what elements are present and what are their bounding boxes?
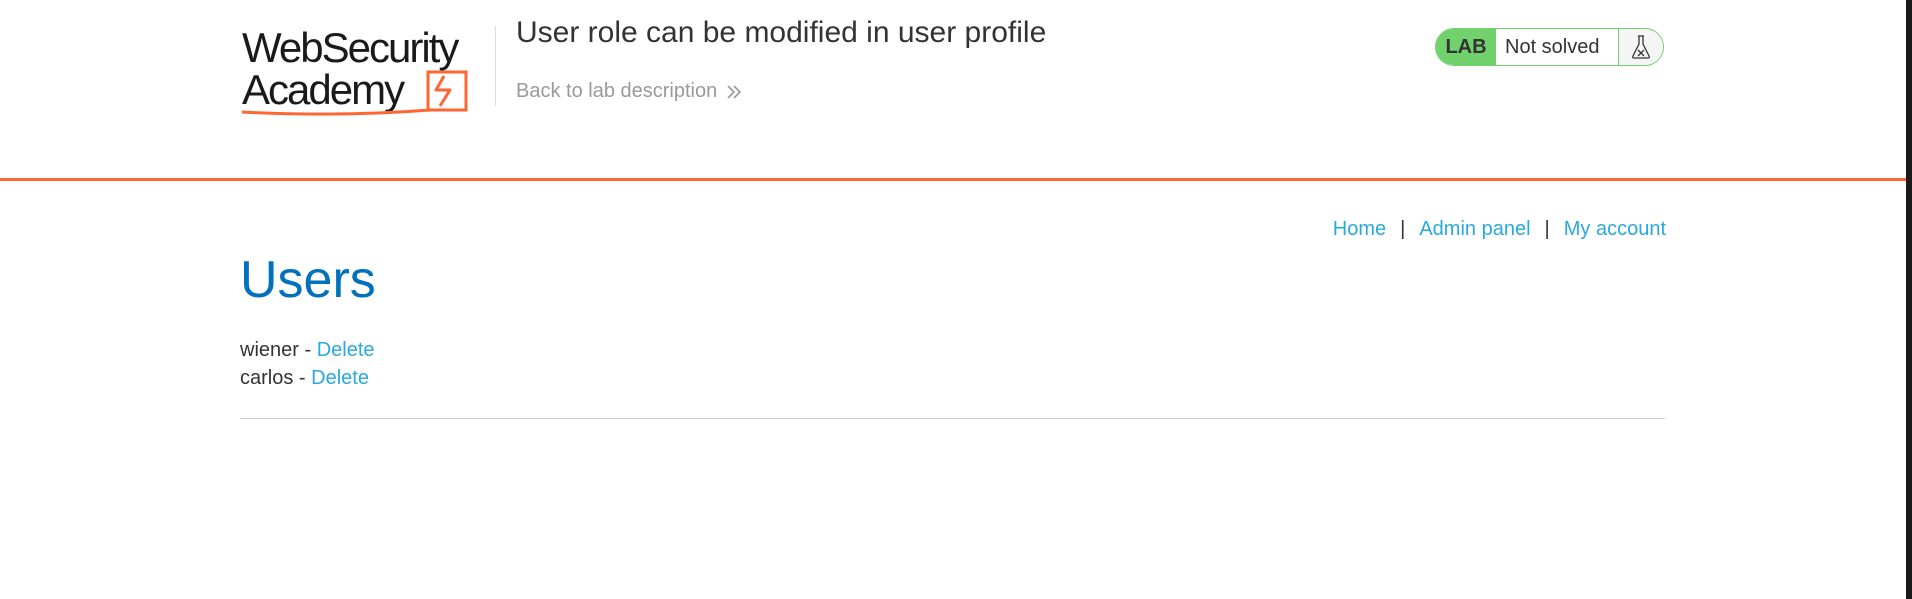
page-title: Users <box>240 251 376 309</box>
nav-separator: | <box>1544 218 1550 240</box>
lab-title: User role can be modified in user profil… <box>516 16 1047 49</box>
delete-user-link[interactable]: Delete <box>317 339 375 361</box>
scrollbar-edge <box>1906 0 1912 599</box>
nav-admin-panel-link[interactable]: Admin panel <box>1419 218 1530 241</box>
back-link-label: Back to lab description <box>516 80 718 102</box>
lab-status-badge: LAB Not solved <box>1435 28 1664 66</box>
header-divider <box>495 26 496 106</box>
badge-status-text: Not solved <box>1496 29 1619 65</box>
page: WebSecurity Academy User role can be mod… <box>0 0 1912 599</box>
top-nav: Home | Admin panel | My account <box>1333 218 1666 241</box>
nav-home-link[interactable]: Home <box>1333 218 1386 241</box>
user-separator: - <box>293 367 312 389</box>
user-list: wiener - Delete carlos - Delete <box>240 336 375 392</box>
delete-user-link[interactable]: Delete <box>311 367 369 389</box>
content-divider <box>240 418 1665 419</box>
badge-lab-label: LAB <box>1436 29 1496 65</box>
nav-my-account-link[interactable]: My account <box>1564 218 1666 241</box>
lab-header: WebSecurity Academy User role can be mod… <box>0 0 1906 181</box>
nav-separator: | <box>1400 218 1406 240</box>
logo-line2: Academy <box>242 66 405 113</box>
back-to-lab-description-link[interactable]: Back to lab description <box>516 80 743 103</box>
user-row: carlos - Delete <box>240 364 375 392</box>
user-name: carlos <box>240 367 294 389</box>
logo-graphic: WebSecurity Academy <box>241 24 468 116</box>
logo-line1: WebSecurity <box>242 24 459 71</box>
web-security-academy-logo[interactable]: WebSecurity Academy <box>240 24 490 118</box>
user-name: wiener <box>240 339 299 361</box>
user-separator: - <box>298 339 317 361</box>
double-chevron-right-icon <box>725 83 743 101</box>
user-row: wiener - Delete <box>240 336 375 364</box>
flask-icon[interactable] <box>1619 29 1663 65</box>
